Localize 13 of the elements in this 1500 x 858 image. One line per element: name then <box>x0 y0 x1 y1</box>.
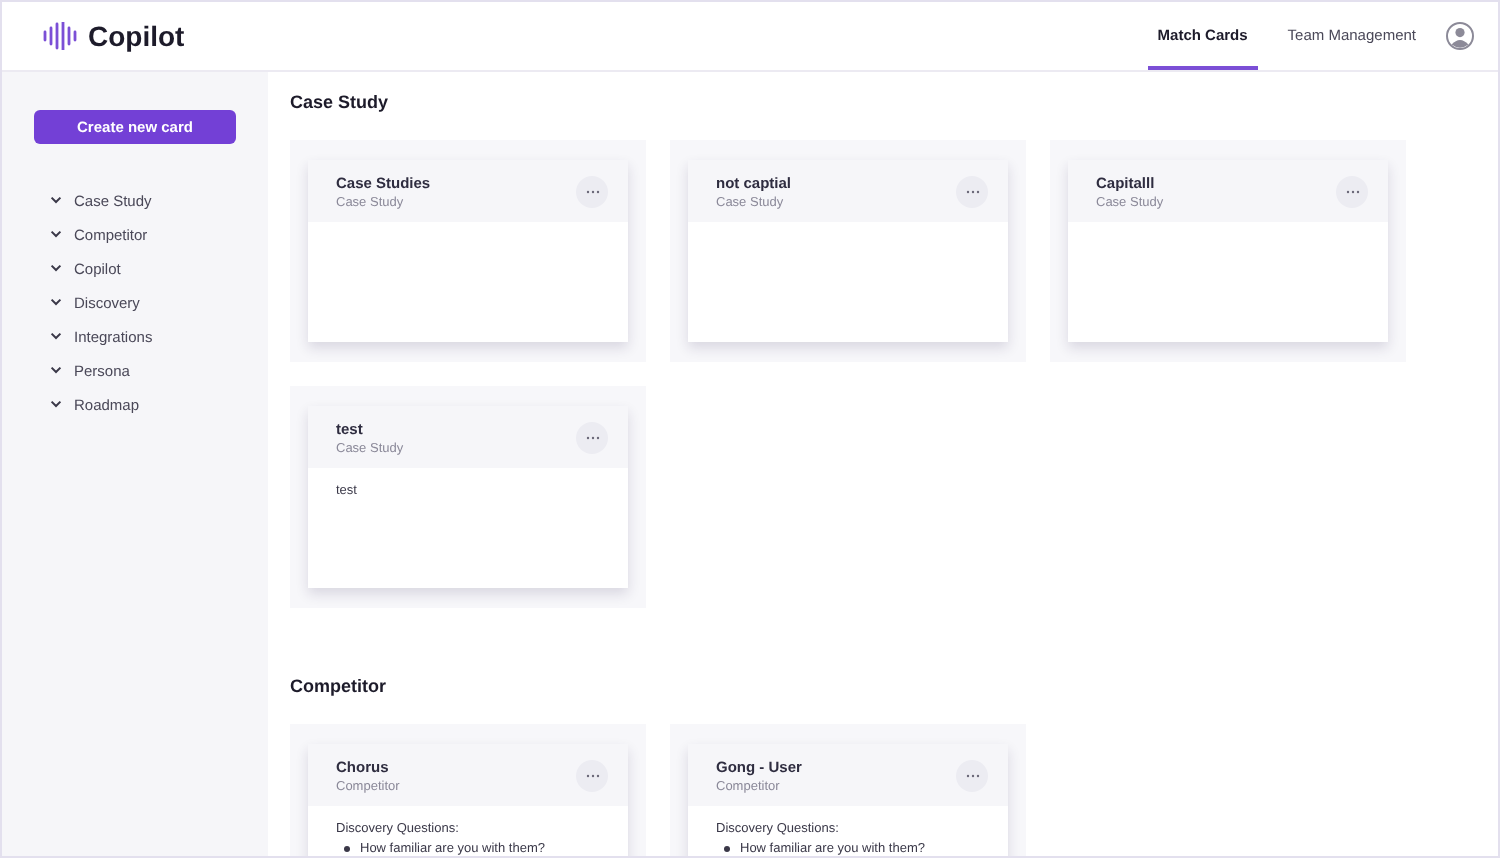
section-title: Case Study <box>290 92 391 112</box>
more-button[interactable] <box>956 759 988 791</box>
more-button[interactable] <box>956 175 988 207</box>
more-button[interactable] <box>576 421 608 453</box>
more-button[interactable] <box>576 175 608 207</box>
bullet-icon <box>724 846 730 852</box>
section-title: Competitor <box>290 676 388 696</box>
more-button[interactable] <box>576 759 608 791</box>
bullet-icon <box>344 846 350 852</box>
logo-icon <box>42 22 78 50</box>
more-button[interactable] <box>1336 175 1368 207</box>
user-avatar-icon[interactable] <box>1446 22 1474 50</box>
brand-name: Copilot <box>88 20 185 52</box>
